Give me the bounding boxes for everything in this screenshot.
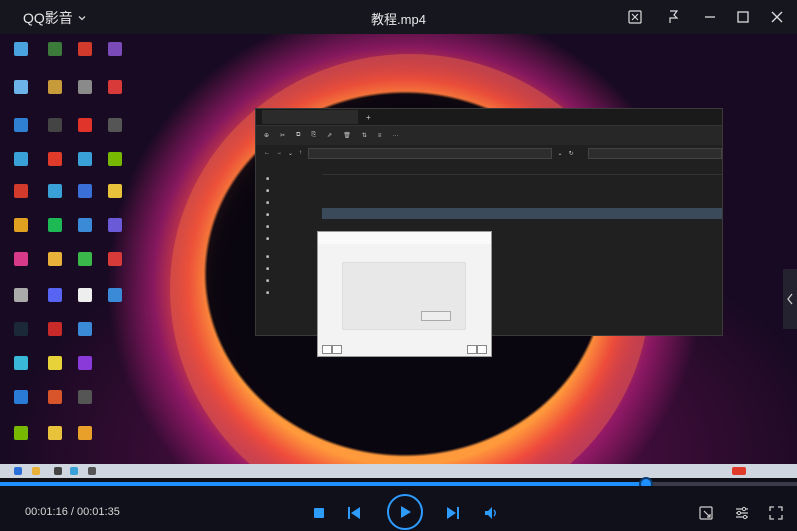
fullscreen-icon [769,506,783,520]
close-icon [771,11,783,23]
app-menu[interactable]: QQ影音 [23,8,87,28]
stop-icon [314,508,324,518]
total-time: 00:01:35 [77,506,120,518]
time-display: 00:01:16 / 00:01:35 [25,506,120,518]
play-button[interactable] [387,494,423,530]
minimize-icon [705,16,715,18]
chevron-down-icon [78,16,86,21]
app-name: QQ影音 [23,10,73,26]
next-icon [447,507,459,519]
play-icon [401,506,411,518]
explorer-toolbar: ⊕ ✂ ⧉ ⎘ ⇗ 🗑 ⇅ ≡ ··· [256,125,722,145]
pin-button[interactable] [662,6,684,28]
previous-button[interactable] [344,503,364,523]
minimize-button[interactable] [699,6,721,28]
volume-icon [485,507,496,519]
maximize-icon [737,11,749,23]
explorer-tab [262,110,358,124]
video-frame[interactable]: + ⊕ ✂ ⧉ ⎘ ⇗ 🗑 ⇅ ≡ ··· ← → ⌄ ↑ ⌄ ↻ ■ ■ ■ ■ ■ ■ ■ ■ ■ ■ [0,34,797,478]
control-bar: 00:01:16 / 00:01:35 [0,486,797,531]
screenshot-tool-button[interactable] [695,502,717,524]
previous-icon [348,507,360,519]
stop-button[interactable] [310,504,328,522]
next-button[interactable] [443,503,463,523]
screenshot-button[interactable] [624,6,646,28]
explorer-address-bar: ← → ⌄ ↑ ⌄ ↻ [256,145,722,161]
recorded-taskbar [0,464,797,478]
settings-sliders-icon [736,506,748,520]
side-panel-toggle[interactable] [783,269,797,329]
volume-button[interactable] [480,502,502,524]
title-bar: QQ影音 教程.mp4 [0,0,797,34]
explorer-sidebar: ■ ■ ■ ■ ■ ■ ■ ■ ■ ■ [266,176,270,296]
current-time: 00:01:16 [25,506,68,518]
screenshot-tool-icon [699,506,713,520]
pin-icon [669,10,679,23]
screenshot-icon [628,10,642,24]
fullscreen-button[interactable] [765,502,787,524]
settings-button[interactable] [731,502,753,524]
maximize-button[interactable] [732,6,754,28]
close-button[interactable] [766,6,788,28]
desktop-icons [6,38,134,458]
installer-dialog [317,231,492,357]
new-tab-icon: + [366,112,371,122]
chevron-left-icon [787,293,793,305]
